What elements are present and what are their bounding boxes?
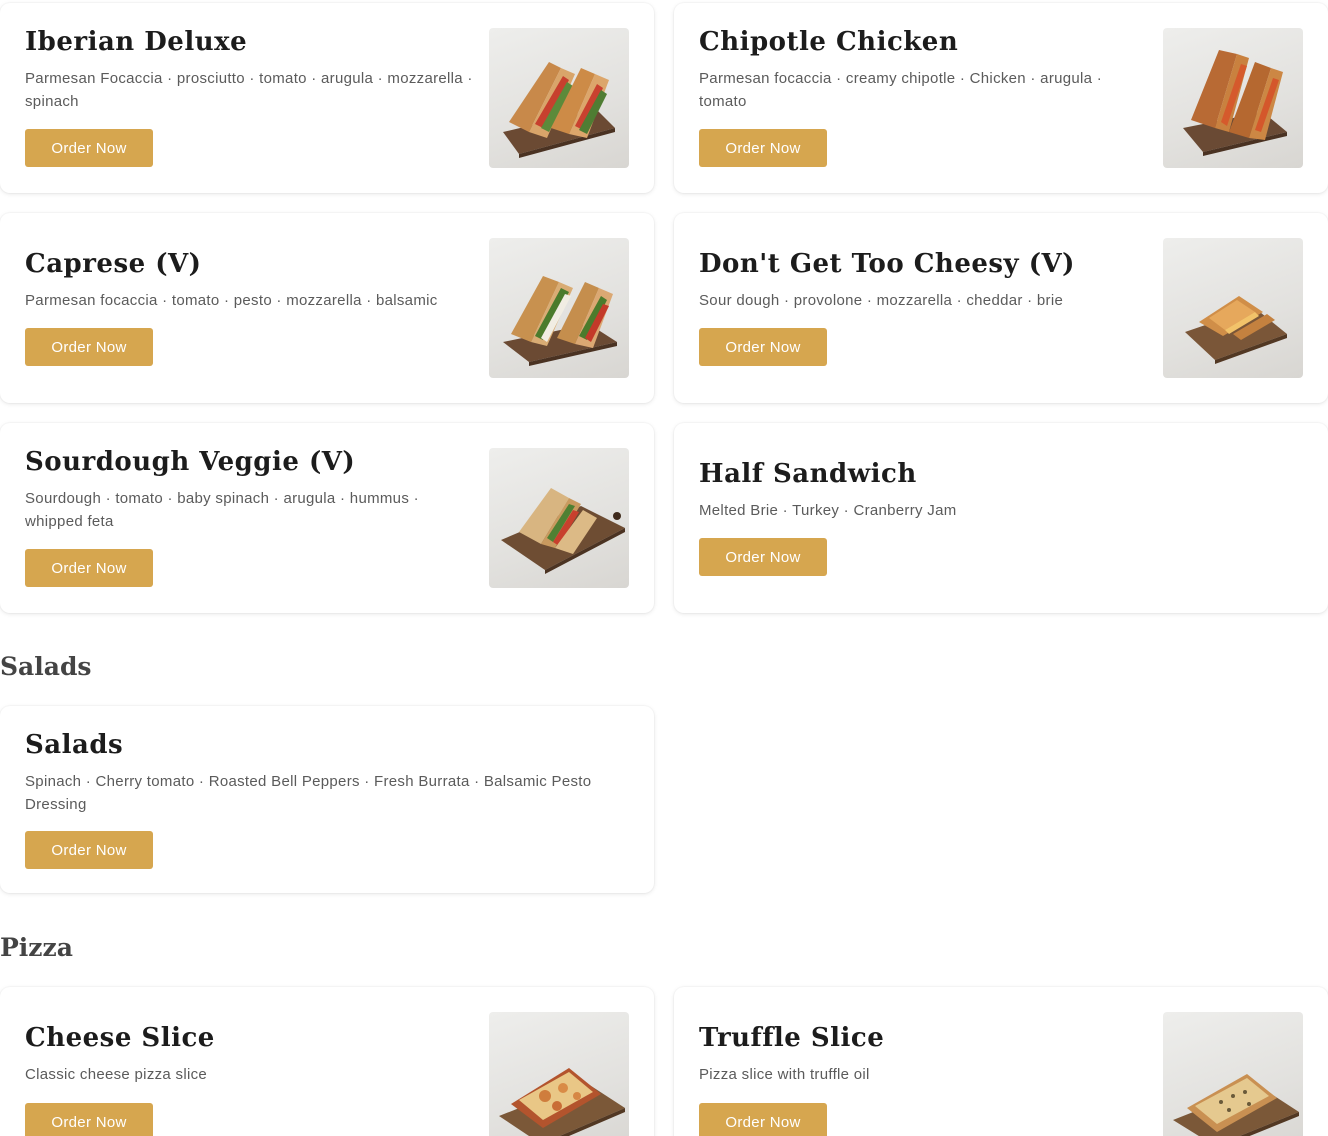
menu-item-description: Melted Brie · Turkey · Cranberry Jam (699, 502, 957, 519)
menu-item-image[interactable] (1163, 1012, 1303, 1136)
menu-item-description: Parmesan focaccia · tomato · pesto · moz… (25, 292, 438, 309)
menu-item-title: Truffle Slice (699, 1023, 885, 1053)
order-now-button[interactable]: Order Now (25, 831, 153, 869)
menu-card-chipotle-chicken: Chipotle Chicken Parmesan focaccia · cre… (674, 3, 1328, 193)
menu-item-description: Pizza slice with truffle oil (699, 1066, 870, 1083)
menu-card-iberian-deluxe: Iberian Deluxe Parmesan Focaccia · prosc… (0, 3, 654, 193)
order-now-button[interactable]: Order Now (25, 549, 153, 587)
menu-item-title: Chipotle Chicken (699, 27, 959, 57)
menu-item-description: Sourdough · tomato · baby spinach · arug… (25, 490, 419, 530)
menu-item-description: Parmesan Focaccia · prosciutto · tomato … (25, 70, 473, 110)
order-now-button[interactable]: Order Now (25, 328, 153, 366)
menu-item-title: Cheese Slice (25, 1023, 215, 1053)
menu-item-title: Half Sandwich (699, 459, 917, 489)
menu-item-description: Spinach · Cherry tomato · Roasted Bell P… (25, 773, 592, 813)
section-heading-salads: Salads (0, 652, 92, 681)
menu-item-image[interactable] (489, 28, 629, 168)
menu-card-sourdough-veggie: Sourdough Veggie (V) Sourdough · tomato … (0, 423, 654, 613)
menu-card-half-sandwich: Half Sandwich Melted Brie · Turkey · Cra… (674, 423, 1328, 613)
menu-card-caprese: Caprese (V) Parmesan focaccia · tomato ·… (0, 213, 654, 403)
menu-card-cheese-slice: Cheese Slice Classic cheese pizza slice … (0, 987, 654, 1136)
menu-card-salads: Salads Spinach · Cherry tomato · Roasted… (0, 706, 654, 893)
menu-item-image[interactable] (489, 1012, 629, 1136)
menu-item-image[interactable] (489, 238, 629, 378)
menu-item-title: Salads (25, 730, 124, 760)
menu-item-image[interactable] (1163, 238, 1303, 378)
order-now-button[interactable]: Order Now (699, 328, 827, 366)
menu-item-image[interactable] (1163, 28, 1303, 168)
order-now-button[interactable]: Order Now (699, 1103, 827, 1136)
order-now-button[interactable]: Order Now (699, 538, 827, 576)
order-now-button[interactable]: Order Now (25, 1103, 153, 1136)
menu-item-title: Don't Get Too Cheesy (V) (699, 249, 1075, 279)
menu-card-dont-get-too-cheesy: Don't Get Too Cheesy (V) Sour dough · pr… (674, 213, 1328, 403)
menu-item-title: Sourdough Veggie (V) (25, 447, 356, 477)
menu-item-image[interactable] (489, 448, 629, 588)
order-now-button[interactable]: Order Now (699, 129, 827, 167)
order-now-button[interactable]: Order Now (25, 129, 153, 167)
menu-item-description: Parmesan focaccia · creamy chipotle · Ch… (699, 70, 1103, 110)
menu-item-title: Caprese (V) (25, 249, 202, 279)
menu-item-description: Classic cheese pizza slice (25, 1066, 208, 1083)
section-heading-pizza: Pizza (0, 933, 73, 962)
menu-item-title: Iberian Deluxe (25, 27, 248, 57)
menu-item-description: Sour dough · provolone · mozzarella · ch… (699, 292, 1064, 309)
menu-card-truffle-slice: Truffle Slice Pizza slice with truffle o… (674, 987, 1328, 1136)
